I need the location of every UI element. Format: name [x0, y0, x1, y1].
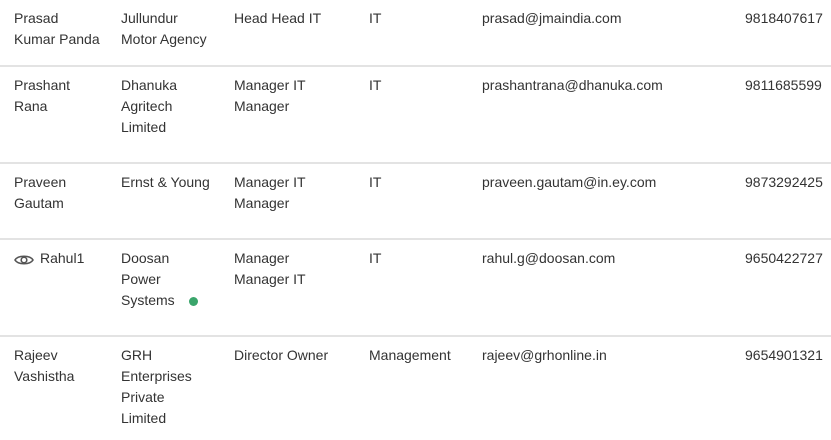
phone-cell[interactable]: 9873292425	[745, 172, 831, 193]
email-cell[interactable]: rajeev@grhonline.in	[482, 345, 737, 366]
department-cell: Management	[369, 347, 451, 363]
name-line: Prasad	[14, 10, 59, 26]
name-line: Rajeev	[14, 347, 58, 363]
phone-cell[interactable]: 9650422727	[745, 248, 831, 269]
phone-cell[interactable]: 9654901321	[745, 345, 831, 366]
online-status-dot	[188, 296, 198, 306]
phone-cell[interactable]: 9811685599	[745, 75, 831, 96]
company-line: Jullundur	[121, 10, 178, 26]
name-line: Prashant	[14, 77, 71, 93]
company-line-with-status: Systems	[121, 290, 227, 311]
company-line: Dhanuka	[121, 77, 178, 93]
email-cell[interactable]: prashantrana@dhanuka.com	[482, 75, 737, 96]
company-cell: GRH Enterprises Private Limited	[121, 345, 227, 429]
name-cell[interactable]: Rahul1	[14, 248, 114, 269]
name-line: Rahul1	[40, 250, 85, 266]
name-line: Rana	[14, 98, 48, 114]
name-line: Praveen	[14, 174, 67, 190]
company-line: Systems	[121, 292, 175, 308]
designation-cell: Manager IT Manager	[234, 75, 359, 117]
name-line: Kumar Panda	[14, 31, 100, 47]
company-line: Ernst & Young	[121, 174, 210, 190]
designation-cell: Head Head IT	[234, 8, 359, 29]
table-row[interactable]: Praveen Gautam Ernst & Young Manager IT …	[0, 164, 831, 240]
designation-line: Manager	[234, 98, 290, 114]
company-line: Enterprises	[121, 368, 192, 384]
department-cell: IT	[369, 250, 382, 266]
name-line: Vashistha	[14, 368, 75, 384]
company-cell: Ernst & Young	[121, 172, 227, 193]
designation-cell: Manager IT Manager	[234, 172, 359, 214]
company-line: Limited	[121, 410, 167, 426]
department-cell: IT	[369, 77, 382, 93]
name-cell[interactable]: Prashant Rana	[14, 75, 114, 117]
table-row[interactable]: Prasad Kumar Panda Jullundur Motor Agenc…	[0, 0, 831, 67]
email-cell[interactable]: praveen.gautam@in.ey.com	[482, 172, 737, 193]
company-line: Power	[121, 271, 161, 287]
email-cell[interactable]: rahul.g@doosan.com	[482, 248, 737, 269]
company-line: Motor Agency	[121, 31, 207, 47]
designation-line: Manager IT	[234, 174, 306, 190]
table-row[interactable]: Rajeev Vashistha GRH Enterprises Private…	[0, 337, 831, 440]
designation-line: Manager IT	[234, 271, 306, 287]
designation-line: Manager IT	[234, 77, 306, 93]
company-line: GRH	[121, 347, 153, 363]
designation-line: Manager	[234, 250, 290, 266]
company-line: Limited	[121, 119, 167, 135]
designation-line: Director Owner	[234, 347, 329, 363]
company-line: Private	[121, 389, 165, 405]
designation-cell: Manager Manager IT	[234, 248, 359, 290]
phone-cell[interactable]: 9818407617	[745, 8, 831, 29]
table-row[interactable]: Rahul1 Doosan Power Systems Manager Mana…	[0, 240, 831, 337]
name-with-icon: Rahul1	[14, 248, 114, 269]
company-line: Doosan	[121, 250, 170, 266]
company-cell: Dhanuka Agritech Limited	[121, 75, 227, 138]
designation-line: Manager	[234, 195, 290, 211]
department-cell: IT	[369, 10, 382, 26]
designation-cell: Director Owner	[234, 345, 359, 366]
company-line: Agritech	[121, 98, 173, 114]
designation-line: Head Head IT	[234, 10, 322, 26]
eye-icon[interactable]	[14, 252, 34, 266]
name-cell[interactable]: Praveen Gautam	[14, 172, 114, 214]
contacts-table: Prasad Kumar Panda Jullundur Motor Agenc…	[0, 0, 831, 440]
department-cell: IT	[369, 174, 382, 190]
name-cell[interactable]: Rajeev Vashistha	[14, 345, 114, 387]
name-line: Gautam	[14, 195, 64, 211]
name-cell[interactable]: Prasad Kumar Panda	[14, 8, 114, 50]
table-row[interactable]: Prashant Rana Dhanuka Agritech Limited M…	[0, 67, 831, 164]
company-cell: Doosan Power Systems	[121, 248, 227, 311]
company-cell: Jullundur Motor Agency	[121, 8, 227, 50]
email-cell[interactable]: prasad@jmaindia.com	[482, 8, 737, 29]
